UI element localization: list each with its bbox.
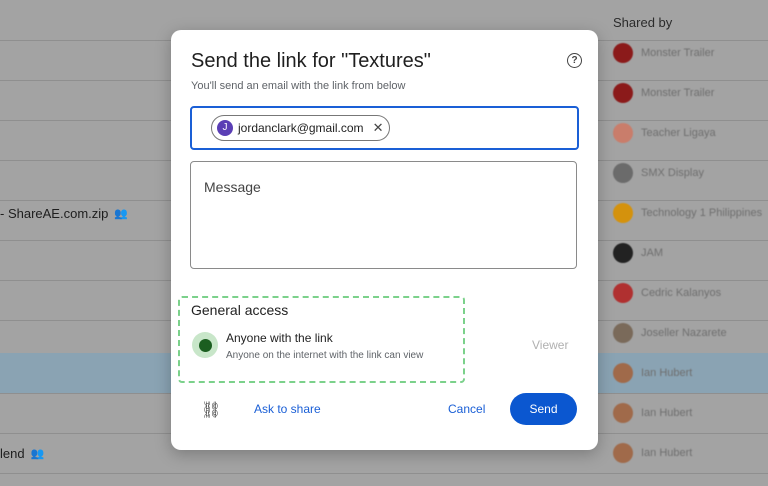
close-icon[interactable]: ✕ <box>373 120 384 136</box>
avatar <box>613 83 633 103</box>
sharer: Joseller Nazarete <box>613 323 727 343</box>
sharer-name: Teacher Ligaya <box>641 127 716 139</box>
sharer-name: Ian Hubert <box>641 407 693 419</box>
link-icon[interactable]: ⛓ <box>201 400 221 420</box>
recipient-chip[interactable]: J jordanclark@gmail.com ✕ <box>211 115 391 141</box>
sharer: Teacher Ligaya <box>613 123 716 143</box>
sharer-name: Ian Hubert <box>641 367 693 379</box>
file-name-text: - ShareAE.com.zip <box>0 206 109 221</box>
sharer: SMX Display <box>613 163 704 183</box>
sharer: Ian Hubert <box>613 403 692 423</box>
file-name: - ShareAE.com.zip 👥 <box>0 206 128 221</box>
recipients-input[interactable]: J jordanclark@gmail.com ✕ <box>190 106 579 150</box>
ask-to-share-button[interactable]: Ask to share <box>254 402 321 416</box>
shared-by-header: Shared by <box>613 15 673 30</box>
sharer: Monster Trailer <box>613 43 714 63</box>
sharer: Monster Trailer <box>613 83 714 103</box>
sharer-name: SMX Display <box>641 167 704 179</box>
sharer: Technology 1 Philippines <box>613 203 762 223</box>
send-button[interactable]: Send <box>510 393 577 425</box>
sharer-name: Cedric Kalanyos <box>641 287 722 299</box>
sharer: Ian Hubert <box>613 363 692 383</box>
general-access-heading: General access <box>191 302 289 318</box>
avatar: J <box>217 120 233 136</box>
sharer-name: Technology 1 Philippines <box>641 207 763 219</box>
sharer-name: Monster Trailer <box>641 47 715 59</box>
avatar <box>613 283 633 303</box>
file-name: lend 👥 <box>0 446 45 461</box>
sharer: Ian Hubert <box>613 443 692 463</box>
avatar <box>613 243 633 263</box>
avatar <box>613 123 633 143</box>
dialog-subtitle: You'll send an email with the link from … <box>191 80 406 92</box>
people-icon: 👥 <box>30 448 45 460</box>
recipient-email: jordanclark@gmail.com <box>238 121 364 135</box>
access-level-select[interactable]: Anyone with the link <box>226 331 333 345</box>
sharer-name: JAM <box>641 247 663 259</box>
send-link-dialog: Send the link for "Textures" ? You'll se… <box>171 30 598 450</box>
access-description: Anyone on the internet with the link can… <box>226 350 424 361</box>
avatar <box>613 363 633 383</box>
avatar <box>613 43 633 63</box>
sharer-name: Ian Hubert <box>641 447 693 459</box>
people-icon: 👥 <box>114 208 128 220</box>
sharer: JAM <box>613 243 663 263</box>
sharer: Cedric Kalanyos <box>613 283 721 303</box>
sharer-name: Joseller Nazarete <box>641 327 727 339</box>
globe-icon <box>192 332 218 358</box>
help-circle-icon[interactable]: ? <box>567 53 582 68</box>
sharer-name: Monster Trailer <box>641 87 715 99</box>
avatar <box>613 403 633 423</box>
message-placeholder: Message <box>204 179 261 195</box>
role-select[interactable]: Viewer <box>532 338 568 352</box>
avatar <box>613 203 633 223</box>
avatar <box>613 163 633 183</box>
file-name-text: lend <box>0 446 25 461</box>
message-field[interactable]: Message <box>190 161 577 269</box>
avatar <box>613 323 633 343</box>
avatar <box>613 443 633 463</box>
cancel-button[interactable]: Cancel <box>448 402 485 416</box>
dialog-title: Send the link for "Textures" <box>191 50 431 72</box>
